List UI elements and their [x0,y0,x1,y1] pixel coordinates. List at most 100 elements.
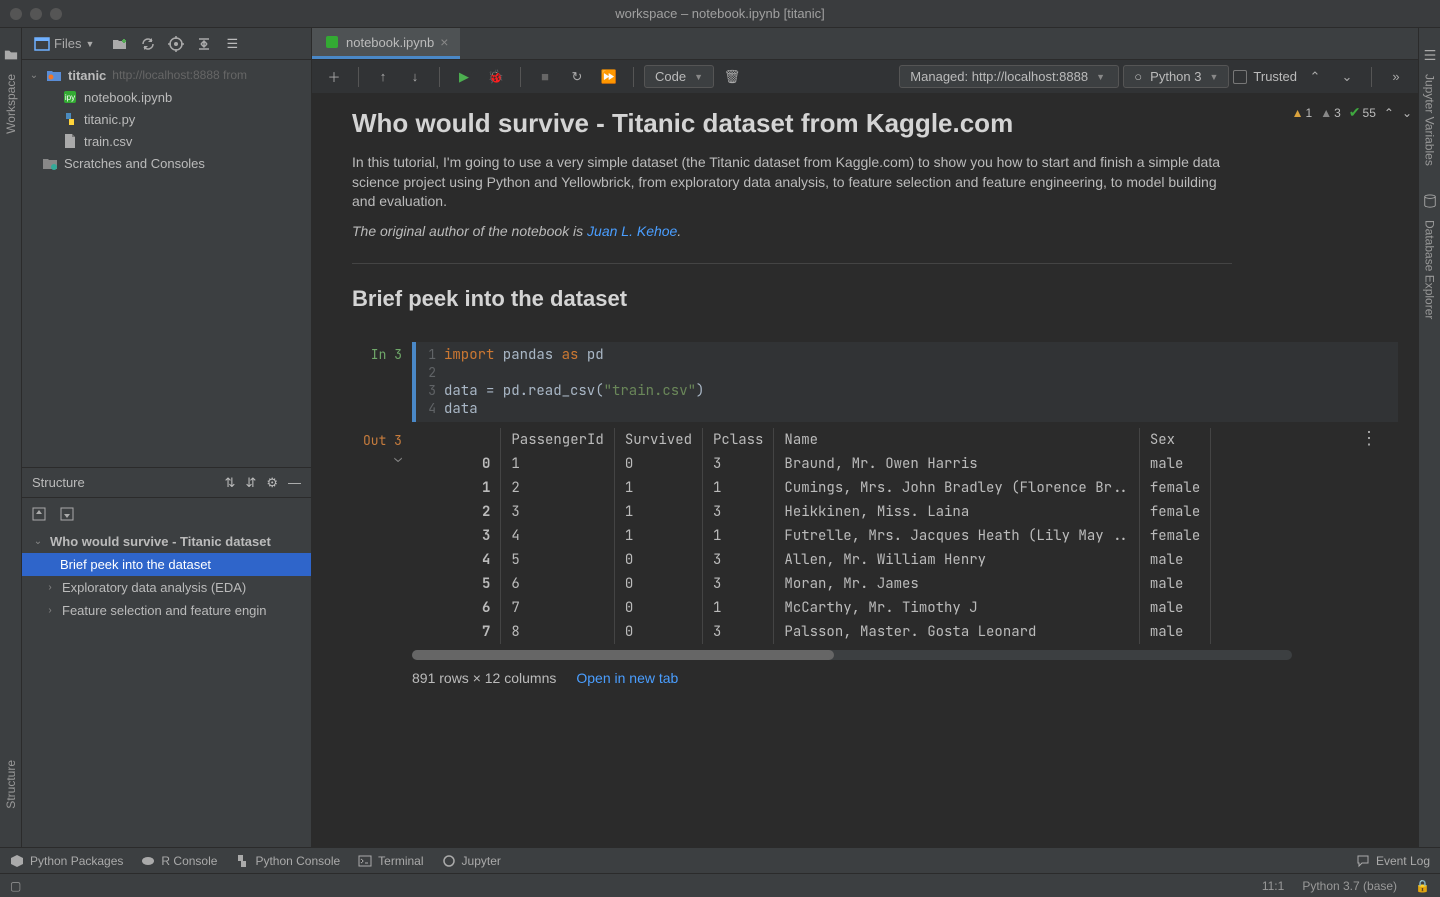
table-header[interactable]: Pclass [703,428,774,452]
minimize-window[interactable] [30,8,42,20]
new-folder-icon[interactable] [112,36,128,52]
expand-icon[interactable]: ☰ [224,36,240,52]
event-log-button[interactable]: Event Log [1356,854,1430,868]
structure-tree[interactable]: ⌄ Who would survive - Titanic dataset Br… [22,530,311,847]
table-header[interactable] [472,428,501,452]
table-row[interactable]: 6701McCarthy, Mr. Timothy Jmale [472,596,1211,620]
table-row[interactable]: 2313Heikkinen, Miss. Lainafemale [472,500,1211,524]
python-console-button[interactable]: Python Console [235,854,340,868]
table-row[interactable]: 7803Palsson, Master. Gosta Leonardmale [472,620,1211,644]
dataframe-output[interactable]: PassengerIdSurvivedPclassNameSex 0103Bra… [472,428,1211,644]
chevron-down-icon[interactable]: ⌄ [394,449,402,466]
scroll-to-icon[interactable] [30,505,48,523]
scratches-node[interactable]: Scratches and Consoles [22,152,311,174]
open-in-tab-link[interactable]: Open in new tab [576,670,678,686]
scroll-from-icon[interactable] [58,505,76,523]
prev-button[interactable]: ⌃ [1301,64,1329,90]
table-cell: 6 [472,596,501,620]
sort-icon[interactable]: ⇅ [225,475,236,491]
r-console-button[interactable]: R Console [141,854,217,868]
structure-item-brief-peek[interactable]: Brief peek into the dataset [22,553,311,576]
inspection-bar[interactable]: ▲1 ▲3 ✔55 ⌃ ⌄ [1292,104,1412,121]
table-cell: McCarthy, Mr. Timothy J [774,596,1139,620]
structure-item-eda[interactable]: › Exploratory data analysis (EDA) [22,576,311,599]
table-row[interactable]: 1211Cumings, Mrs. John Bradley (Florence… [472,476,1211,500]
more-button[interactable]: » [1382,64,1410,90]
trusted-checkbox[interactable]: Trusted [1233,69,1297,84]
interpreter-status[interactable]: Python 3.7 (base) [1302,879,1397,893]
minimize-icon[interactable]: — [288,475,301,491]
cell-type-select[interactable]: Code ▼ [644,65,714,88]
kernel-select[interactable]: ○ Python 3 ▼ [1123,65,1229,88]
chevron-down-icon: ▼ [694,72,703,82]
server-select[interactable]: Managed: http://localhost:8888 ▼ [899,65,1119,88]
table-header[interactable]: Survived [614,428,702,452]
gear-icon[interactable]: ⚙ [266,475,278,491]
lock-icon[interactable]: 🔒 [1415,879,1430,893]
chevron-down-icon: ▼ [1096,72,1105,82]
project-root[interactable]: ⌄ titanic http://localhost:8888 from [22,64,311,86]
file-notebook[interactable]: ipy notebook.ipynb [22,86,311,108]
output-more-icon[interactable]: ⋮ [1360,428,1378,449]
chevron-right-icon: › [44,605,56,616]
close-icon[interactable]: × [440,34,448,50]
structure-item-feature[interactable]: › Feature selection and feature engin [22,599,311,622]
chevron-up-icon[interactable]: ⌃ [1384,106,1394,120]
move-up-button[interactable]: ↑ [369,64,397,90]
table-header[interactable]: Sex [1139,428,1210,452]
workspace-tab[interactable]: Workspace [2,48,20,142]
files-dropdown[interactable]: Files ▼ [28,34,100,53]
table-row[interactable]: 3411Futrelle, Mrs. Jacques Heath (Lily M… [472,524,1211,548]
window-controls[interactable] [10,8,62,20]
notebook-content[interactable]: ▲1 ▲3 ✔55 ⌃ ⌄ Who would survive - Titani… [312,94,1418,847]
delete-cell-button[interactable]: 🗑 [718,64,746,90]
refresh-icon[interactable] [140,36,156,52]
editor-area: notebook.ipynb × ＋ ↑ ↓ ▶ 🐞 ■ ↻ ⏩ Code ▼ … [312,28,1418,847]
code-cell[interactable]: In 3 1import pandas as pd 2 3data = pd.r… [352,342,1398,422]
filter-icon[interactable]: ⇵ [245,475,256,491]
cursor-position[interactable]: 11:1 [1262,879,1284,893]
jupyter-button[interactable]: Jupyter [442,854,501,868]
run-all-button[interactable]: ⏩ [595,64,623,90]
notebook-heading-1: Who would survive - Titanic dataset from… [352,108,1398,139]
editor-tab-notebook[interactable]: notebook.ipynb × [312,28,460,59]
table-cell: 0 [614,596,702,620]
file-titanic-py[interactable]: titanic.py [22,108,311,130]
restart-button[interactable]: ↻ [563,64,591,90]
horizontal-scrollbar[interactable] [412,650,1292,660]
target-icon[interactable] [168,36,184,52]
table-header[interactable]: Name [774,428,1139,452]
list-icon [1423,48,1437,62]
run-cell-button[interactable]: ▶ [450,64,478,90]
author-link[interactable]: Juan L. Kehoe [587,223,677,239]
stop-button[interactable]: ■ [531,64,559,90]
collapse-icon[interactable] [196,36,212,52]
file-train-csv[interactable]: train.csv [22,130,311,152]
table-header[interactable]: PassengerId [501,428,614,452]
table-row[interactable]: 0103Braund, Mr. Owen Harrismale [472,452,1211,476]
next-button[interactable]: ⌄ [1333,64,1361,90]
table-cell: Palsson, Master. Gosta Leonard [774,620,1139,644]
table-cell: 2 [472,500,501,524]
dataframe-footer: 891 rows × 12 columns Open in new tab [412,664,1398,686]
structure-root[interactable]: ⌄ Who would survive - Titanic dataset [22,530,311,553]
status-icon[interactable]: ▢ [10,879,21,893]
move-down-button[interactable]: ↓ [401,64,429,90]
code-body[interactable]: 1import pandas as pd 2 3data = pd.read_c… [412,342,1398,422]
table-cell: 1 [703,476,774,500]
close-window[interactable] [10,8,22,20]
table-row[interactable]: 5603Moran, Mr. Jamesmale [472,572,1211,596]
jupyter-variables-tab[interactable]: Jupyter Variables [1421,48,1439,174]
database-explorer-tab[interactable]: Database Explorer [1421,194,1439,327]
structure-tab[interactable]: Structure [2,752,20,817]
project-tree[interactable]: ⌄ titanic http://localhost:8888 from ipy… [22,60,311,467]
chevron-right-icon: › [44,582,56,593]
terminal-button[interactable]: Terminal [358,854,423,868]
table-row[interactable]: 4503Allen, Mr. William Henrymale [472,548,1211,572]
python-packages-button[interactable]: Python Packages [10,854,123,868]
debug-cell-button[interactable]: 🐞 [482,64,510,90]
chevron-down-icon[interactable]: ⌄ [1402,106,1412,120]
zoom-window[interactable] [50,8,62,20]
add-cell-button[interactable]: ＋ [320,64,348,90]
table-cell: 6 [501,572,614,596]
